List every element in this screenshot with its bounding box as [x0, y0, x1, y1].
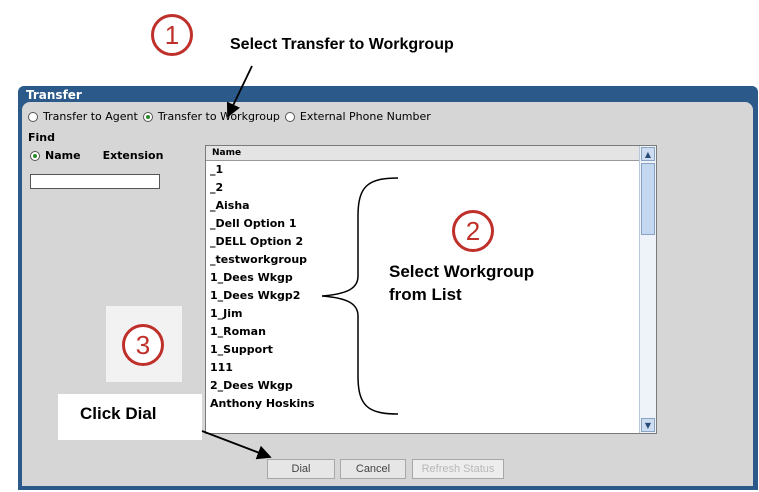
step-1-arrow: [226, 65, 253, 118]
step-3-arrow: [201, 430, 272, 460]
arrow-overlay: [201, 65, 272, 460]
